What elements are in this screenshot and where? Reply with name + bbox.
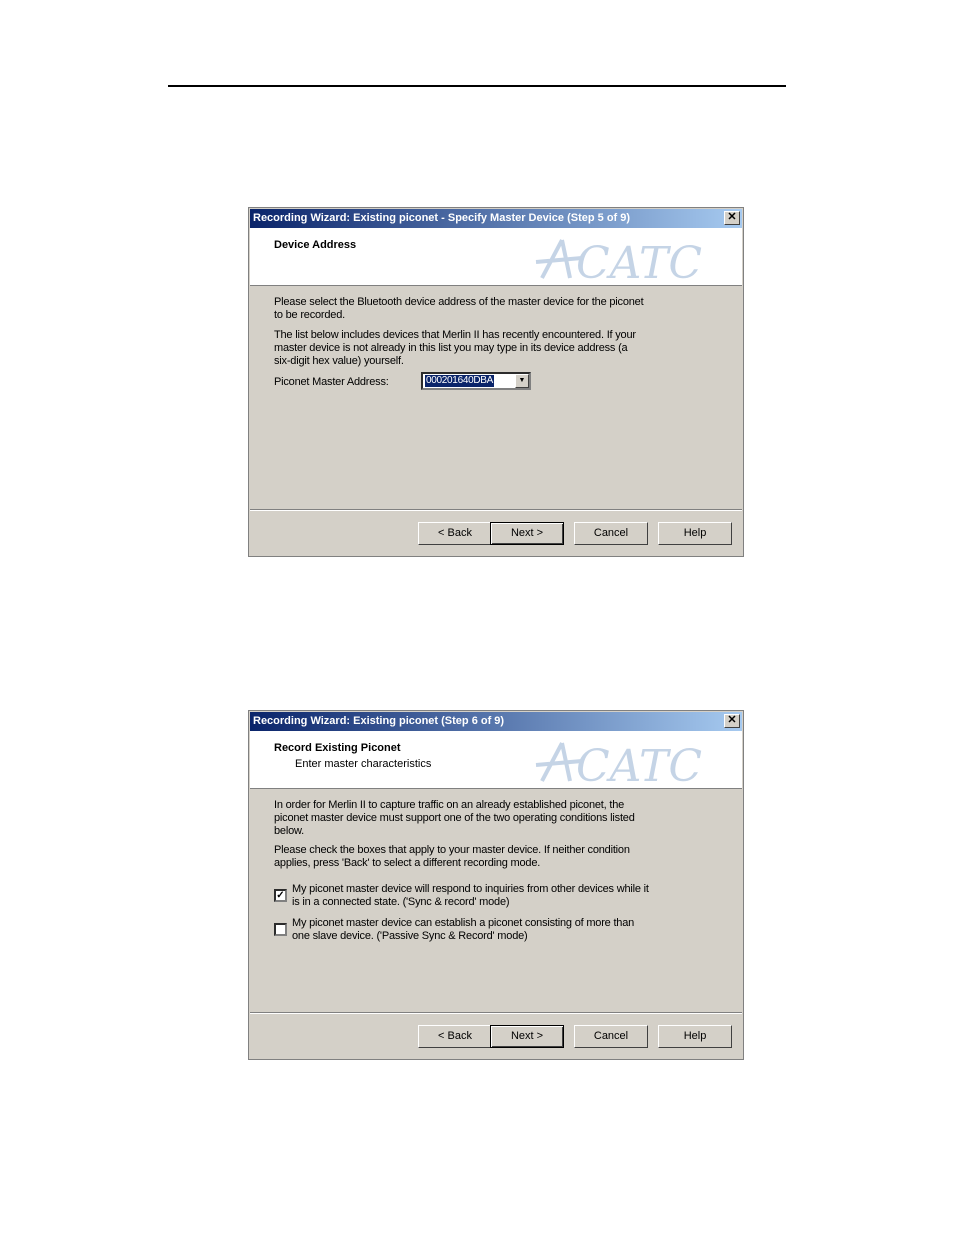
instruction-text-1: Please select the Bluetooth device addre…	[274, 296, 644, 321]
window-title: Recording Wizard: Existing piconet - Spe…	[253, 212, 631, 224]
address-label: Piconet Master Address:	[274, 376, 389, 388]
wizard-dialog-step5: Recording Wizard: Existing piconet - Spe…	[248, 207, 744, 557]
dropdown-arrow-icon[interactable]: ▼	[515, 374, 529, 388]
master-address-value[interactable]: 000201640DBA	[425, 375, 495, 387]
title-bar: Recording Wizard: Existing piconet (Step…	[250, 712, 742, 731]
close-button[interactable]: ✕	[724, 211, 740, 225]
title-bar: Recording Wizard: Existing piconet - Spe…	[250, 209, 742, 228]
close-button[interactable]: ✕	[724, 714, 740, 728]
instruction-text-2: The list below includes devices that Mer…	[274, 329, 636, 367]
catc-logo: CATC	[535, 741, 702, 789]
instruction-text-2: Please check the boxes that apply to you…	[274, 844, 630, 869]
sync-record-label: My piconet master device will respond to…	[292, 883, 649, 908]
back-button[interactable]: < Back	[418, 1025, 492, 1048]
header-title: Record Existing Piconet	[274, 742, 401, 754]
cancel-button[interactable]: Cancel	[574, 522, 648, 545]
passive-sync-record-checkbox[interactable]	[274, 923, 287, 936]
checkmark-icon: ✓	[276, 890, 285, 901]
close-icon: ✕	[727, 714, 737, 726]
svg-text:CATC: CATC	[576, 741, 702, 789]
master-address-combobox[interactable]: 000201640DBA ▼	[421, 372, 531, 390]
close-icon: ✕	[727, 211, 737, 223]
sync-record-checkbox[interactable]: ✓	[274, 889, 287, 902]
page-top-rule	[168, 85, 786, 87]
help-button[interactable]: Help	[658, 522, 732, 545]
button-separator	[250, 1012, 742, 1014]
wizard-dialog-step6: Recording Wizard: Existing piconet (Step…	[248, 710, 744, 1060]
help-button[interactable]: Help	[658, 1025, 732, 1048]
cancel-button[interactable]: Cancel	[574, 1025, 648, 1048]
svg-text:CATC: CATC	[576, 238, 702, 286]
next-button[interactable]: Next >	[490, 1025, 564, 1048]
back-button[interactable]: < Back	[418, 522, 492, 545]
wizard-header: Record Existing Piconet Enter master cha…	[250, 731, 742, 789]
next-button[interactable]: Next >	[490, 522, 564, 545]
window-title: Recording Wizard: Existing piconet (Step…	[253, 715, 505, 727]
catc-logo: CATC	[535, 238, 702, 286]
passive-sync-record-label: My piconet master device can establish a…	[292, 917, 635, 942]
wizard-header: Device Address CATC	[250, 228, 742, 286]
instruction-text-1: In order for Merlin II to capture traffi…	[274, 799, 635, 837]
button-separator	[250, 509, 742, 511]
header-title: Device Address	[274, 239, 357, 251]
header-subtitle: Enter master characteristics	[295, 758, 432, 770]
